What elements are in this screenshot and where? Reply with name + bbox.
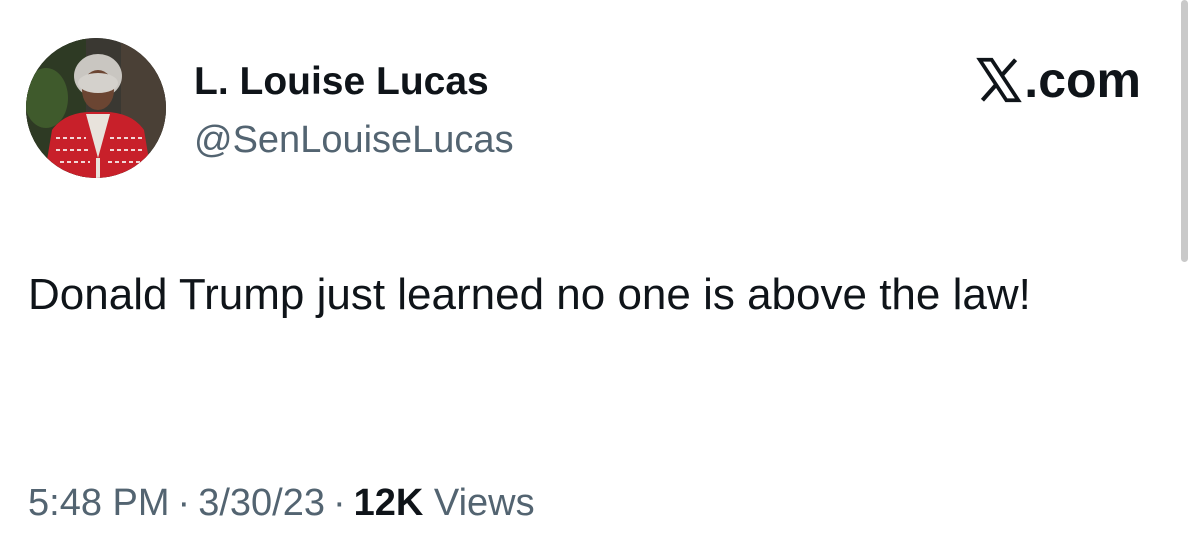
meta-separator: · (177, 482, 191, 524)
avatar[interactable] (26, 38, 166, 178)
brand-suffix: .com (1024, 52, 1141, 108)
meta-separator: · (332, 482, 346, 524)
tweet-text: Donald Trump just learned no one is abov… (28, 270, 1031, 319)
x-logo-icon (976, 57, 1023, 103)
author-name[interactable]: L. Louise Lucas (194, 58, 489, 106)
avatar-photo (26, 38, 166, 178)
views-label: Views (433, 482, 535, 524)
tweet-time[interactable]: 5:48 PM (28, 482, 170, 524)
scrollbar[interactable] (1181, 0, 1188, 262)
author-handle[interactable]: @SenLouiseLucas (194, 117, 514, 163)
tweet-date[interactable]: 3/30/23 (198, 482, 325, 524)
views-count: 12K (353, 482, 424, 524)
brand-watermark: .com (976, 52, 1141, 108)
tweet-meta: 5:48 PM · 3/30/23 · 12K Views (28, 478, 535, 528)
